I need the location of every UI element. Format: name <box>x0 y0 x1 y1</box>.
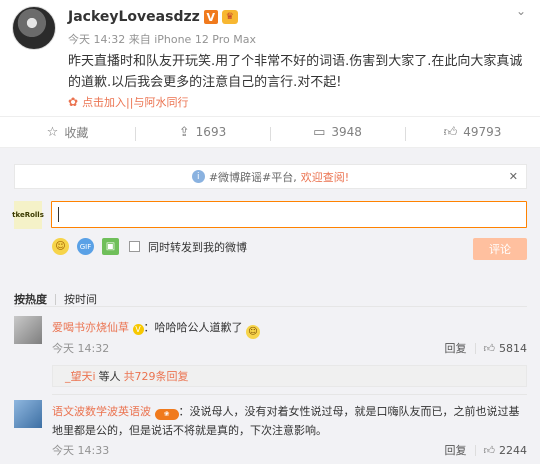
reply-button[interactable]: 回复 <box>445 340 467 356</box>
text-caret <box>58 207 59 222</box>
chevron-down-icon[interactable]: ⌄ <box>516 4 526 18</box>
supertopic-icon: ✿ <box>68 95 79 109</box>
thumbs-up-icon[interactable]: 👍︎ <box>484 342 496 355</box>
author-username[interactable]: JackeyLoveasdzz <box>68 9 200 25</box>
favorite-label: 收藏 <box>64 125 89 140</box>
laughing-emoji-icon: ☺ <box>246 325 260 339</box>
comment-item: 语文波数学波英语波 ❀ ：没说母人，没有对着女性说过母，就是口嗨队友而已，之前也说… <box>14 400 527 460</box>
repost-checkbox[interactable] <box>129 241 140 252</box>
composer-toolbar: ☺ GIF ▣ 同时转发到我的微博 <box>52 238 247 255</box>
divider <box>474 444 476 456</box>
comment-like-count: 2244 <box>499 443 527 457</box>
tab-sort-hot[interactable]: 按热度 <box>14 291 47 307</box>
commenter-avatar[interactable] <box>14 316 42 344</box>
like-count: 49793 <box>463 125 502 139</box>
repost-option-label: 同时转发到我的微博 <box>148 240 247 254</box>
repost-icon: ⇪ <box>178 124 190 140</box>
gif-icon[interactable]: GIF <box>77 238 94 255</box>
repost-count: 1693 <box>195 125 227 139</box>
comment-icon: ▭ <box>313 124 326 140</box>
thumbs-up-icon: 👍︎ <box>443 124 458 140</box>
image-icon[interactable]: ▣ <box>102 238 119 255</box>
membership-crown-icon: ♛ <box>221 10 238 24</box>
post-meta: 今天 14:32 来自 iPhone 12 Pro Max <box>68 33 256 46</box>
sub-reply-user[interactable]: _望天i <box>65 368 96 384</box>
submit-comment-button[interactable]: 评论 <box>473 238 527 260</box>
close-icon[interactable]: ✕ <box>509 170 518 183</box>
post-action-bar: ☆ 收藏 ⇪ 1693 ▭ 3948 👍︎ 49793 <box>0 116 540 148</box>
comment-button[interactable]: ▭ 3948 <box>270 124 405 141</box>
sub-replies-box[interactable]: _望天i 等人 共729条回复 <box>52 365 527 387</box>
thumbs-up-icon[interactable]: 👍︎ <box>484 444 496 457</box>
comment-input[interactable] <box>51 201 527 228</box>
comment-body: ：哈哈哈公人道歉了 <box>143 321 243 334</box>
divider <box>52 394 527 395</box>
info-icon: i <box>191 170 205 183</box>
divider <box>14 306 527 307</box>
commenter-avatar[interactable] <box>14 400 42 428</box>
comment-section: i #微博辟谣#平台, 欢迎查阅! ✕ tkeRolls ☺ GIF ▣ 同时转… <box>0 148 540 464</box>
notice-prefix: #微博辟谣#平台, <box>208 170 297 184</box>
comment-like-count: 5814 <box>499 341 527 355</box>
comment-sort-tabs: 按热度 按时间 <box>14 291 97 307</box>
comment-item: 爱喝书亦烧仙草 V ：哈哈哈公人道歉了 ☺ 今天 14:32 回复 👍︎ 5814… <box>14 316 528 387</box>
author-name-row: JackeyLoveasdzz V ♛ <box>68 9 238 25</box>
comment-actions: 回复 👍︎ 2244 <box>445 442 528 458</box>
favorite-button[interactable]: ☆ 收藏 <box>0 124 135 141</box>
more-replies-link[interactable]: 共729条回复 <box>124 368 189 384</box>
comment-actions: 回复 👍︎ 5814 <box>445 340 528 356</box>
verified-badge-icon: V <box>203 10 218 24</box>
divider <box>474 342 476 354</box>
tab-sort-time[interactable]: 按时间 <box>64 291 97 307</box>
comment-time: 今天 14:32 <box>52 342 110 355</box>
supertopic-label: 点击加入||与阿水同行 <box>82 96 189 109</box>
commenter-name[interactable]: 爱喝书亦烧仙草 <box>52 321 129 334</box>
sort-divider <box>55 293 56 305</box>
sub-reply-text: 等人 <box>98 370 121 383</box>
like-button[interactable]: 👍︎ 49793 <box>405 124 540 141</box>
author-avatar[interactable] <box>12 6 56 50</box>
weibo-post: JackeyLoveasdzz V ♛ ⌄ 今天 14:32 来自 iPhone… <box>0 0 540 116</box>
supertopic-link[interactable]: ✿ 点击加入||与阿水同行 <box>68 94 188 110</box>
member-badge-icon: ❀ <box>154 409 179 420</box>
comment-count: 3948 <box>331 125 362 139</box>
my-avatar: tkeRolls <box>12 201 44 229</box>
commenter-name[interactable]: 语文波数学波英语波 <box>52 405 151 418</box>
post-content: 昨天直播时和队友开玩笑.用了个非常不好的词语.伤害到大家了.在此向大家真诚的道歉… <box>68 54 523 90</box>
verified-badge-icon: V <box>132 324 144 335</box>
comment-text-line: 语文波数学波英语波 ❀ ：没说母人，没有对着女性说过母，就是口嗨队友而已，之前也说… <box>52 402 527 440</box>
star-icon: ☆ <box>46 124 59 140</box>
comment-text-line: 爱喝书亦烧仙草 V ：哈哈哈公人道歉了 ☺ <box>52 318 527 339</box>
rumor-notice-bar: i #微博辟谣#平台, 欢迎查阅! ✕ <box>14 164 527 189</box>
emoji-icon[interactable]: ☺ <box>52 238 69 255</box>
notice-link[interactable]: 欢迎查阅! <box>301 169 349 185</box>
comment-time: 今天 14:33 <box>52 444 110 457</box>
reply-button[interactable]: 回复 <box>445 442 467 458</box>
repost-button[interactable]: ⇪ 1693 <box>135 124 270 141</box>
